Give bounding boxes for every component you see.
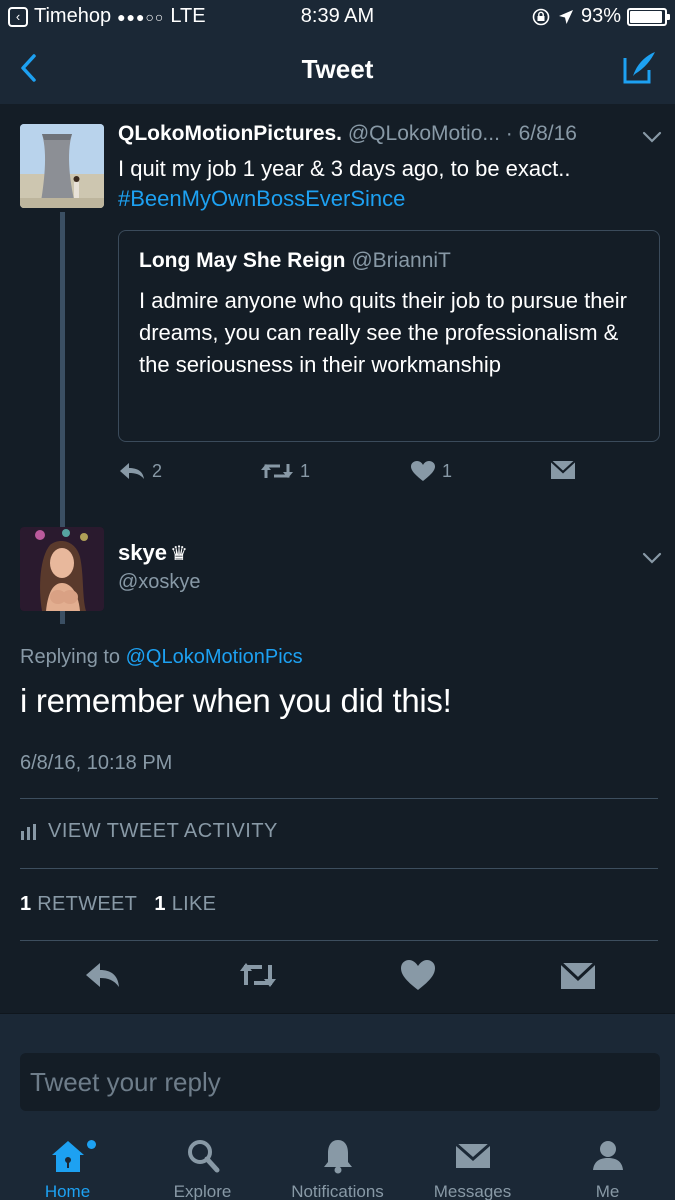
divider	[20, 798, 658, 799]
likes-link[interactable]: 1 LIKE	[154, 893, 216, 915]
envelope-icon	[550, 460, 576, 479]
like-count: 1	[154, 893, 166, 915]
tweet-text-body: I quit my job 1 year & 3 days ago, to be…	[118, 156, 571, 181]
tab-explore[interactable]: Explore	[135, 1122, 270, 1200]
dm-action[interactable]	[550, 460, 576, 480]
status-bar: ‹ Timehop ●●●○○ LTE 8:39 AM 93%	[0, 0, 675, 34]
nav-bar: Tweet	[0, 34, 675, 104]
mention-link[interactable]: @QLokoMotionPics	[126, 646, 303, 668]
author-name-text: skye	[118, 540, 167, 565]
rotation-lock-icon	[532, 8, 550, 25]
replying-to: Replying to @QLokoMotionPics	[20, 646, 303, 669]
tweet-text: I quit my job 1 year & 3 days ago, to be…	[118, 154, 663, 214]
reply-icon[interactable]	[82, 955, 122, 995]
engagement-counts: 1 RETWEET 1 LIKE	[20, 893, 216, 916]
tab-bar: Home Explore Notifications Messages Me	[0, 1122, 675, 1200]
crown-emoji: ♛	[169, 543, 188, 565]
retweet-icon	[261, 464, 293, 478]
reply-count: 2	[152, 460, 163, 481]
avatar[interactable]	[20, 527, 104, 611]
retweet-count: 1	[300, 460, 311, 481]
location-arrow-icon	[558, 9, 573, 24]
heart-icon	[411, 461, 435, 481]
battery-percent: 93%	[580, 5, 621, 27]
like-action[interactable]: 1	[410, 460, 452, 482]
quoted-tweet[interactable]: Long May She Reign @BrianniT I admire an…	[118, 230, 660, 442]
author-handle[interactable]: @QLokoMotio...	[348, 122, 500, 145]
reply-icon	[120, 463, 144, 479]
compose-tweet-icon[interactable]	[619, 48, 659, 88]
home-icon	[51, 1141, 84, 1172]
author-handle[interactable]: @xoskye	[118, 571, 201, 594]
like-label: LIKE	[171, 893, 217, 915]
reply-action[interactable]: 2	[118, 460, 162, 482]
tab-me[interactable]: Me	[540, 1122, 675, 1200]
search-icon	[187, 1140, 219, 1173]
bell-icon	[323, 1140, 352, 1174]
divider	[20, 940, 658, 941]
retweet-label: RETWEET	[37, 893, 137, 915]
new-content-dot	[87, 1140, 96, 1149]
quoted-tweet-header: Long May She Reign @BrianniT	[139, 249, 451, 273]
quoted-author-name: Long May She Reign	[139, 249, 346, 272]
tab-home[interactable]: Home	[0, 1122, 135, 1200]
tab-label: Me	[595, 1182, 620, 1200]
parent-tweet-header: QLokoMotionPictures. @QLokoMotio... · 6/…	[118, 122, 658, 146]
divider	[20, 868, 658, 869]
reply-input[interactable]	[20, 1053, 660, 1111]
quoted-tweet-text: I admire anyone who quits their job to p…	[139, 288, 627, 377]
envelope-icon[interactable]	[558, 955, 598, 995]
status-right: 93%	[531, 5, 670, 28]
tweet-date: · 6/8/16	[505, 122, 577, 145]
retweets-link[interactable]: 1 RETWEET	[20, 893, 137, 915]
envelope-icon	[454, 1142, 491, 1168]
tab-label: Explore	[173, 1182, 232, 1200]
heart-icon[interactable]	[398, 955, 438, 995]
view-tweet-activity[interactable]: VIEW TWEET ACTIVITY	[20, 820, 278, 843]
person-icon	[592, 1141, 623, 1170]
tab-messages[interactable]: Messages	[405, 1122, 540, 1200]
like-count: 1	[442, 460, 453, 481]
author-name[interactable]: skye ♛	[118, 540, 188, 566]
author-name[interactable]: QLokoMotionPictures.	[118, 122, 342, 145]
retweet-count: 1	[20, 893, 32, 915]
activity-label: VIEW TWEET ACTIVITY	[48, 820, 278, 842]
parent-tweet-actions: 2 1 1	[118, 460, 618, 490]
tab-label: Messages	[433, 1182, 512, 1200]
avatar-image	[20, 527, 104, 611]
tweet-timestamp: 6/8/16, 10:18 PM	[20, 752, 173, 774]
page-title: Tweet	[301, 54, 374, 84]
tab-label: Notifications	[291, 1182, 384, 1200]
quoted-author-handle: @BrianniT	[351, 249, 451, 272]
battery-icon	[627, 7, 670, 26]
avatar-image	[20, 124, 104, 208]
bar-chart-icon	[21, 823, 36, 840]
retweet-action[interactable]: 1	[260, 460, 310, 482]
chevron-down-icon[interactable]	[641, 551, 663, 565]
avatar[interactable]	[20, 124, 104, 208]
chevron-down-icon[interactable]	[641, 130, 663, 144]
replying-prefix: Replying to	[20, 646, 121, 668]
retweet-icon[interactable]	[238, 955, 278, 995]
hashtag-link[interactable]: #BeenMyOwnBossEverSince	[118, 184, 663, 214]
tab-notifications[interactable]: Notifications	[270, 1122, 405, 1200]
tweet-text: i remember when you did this!	[20, 682, 452, 719]
tab-label: Home	[44, 1182, 91, 1200]
tweet-actions	[0, 955, 675, 1001]
